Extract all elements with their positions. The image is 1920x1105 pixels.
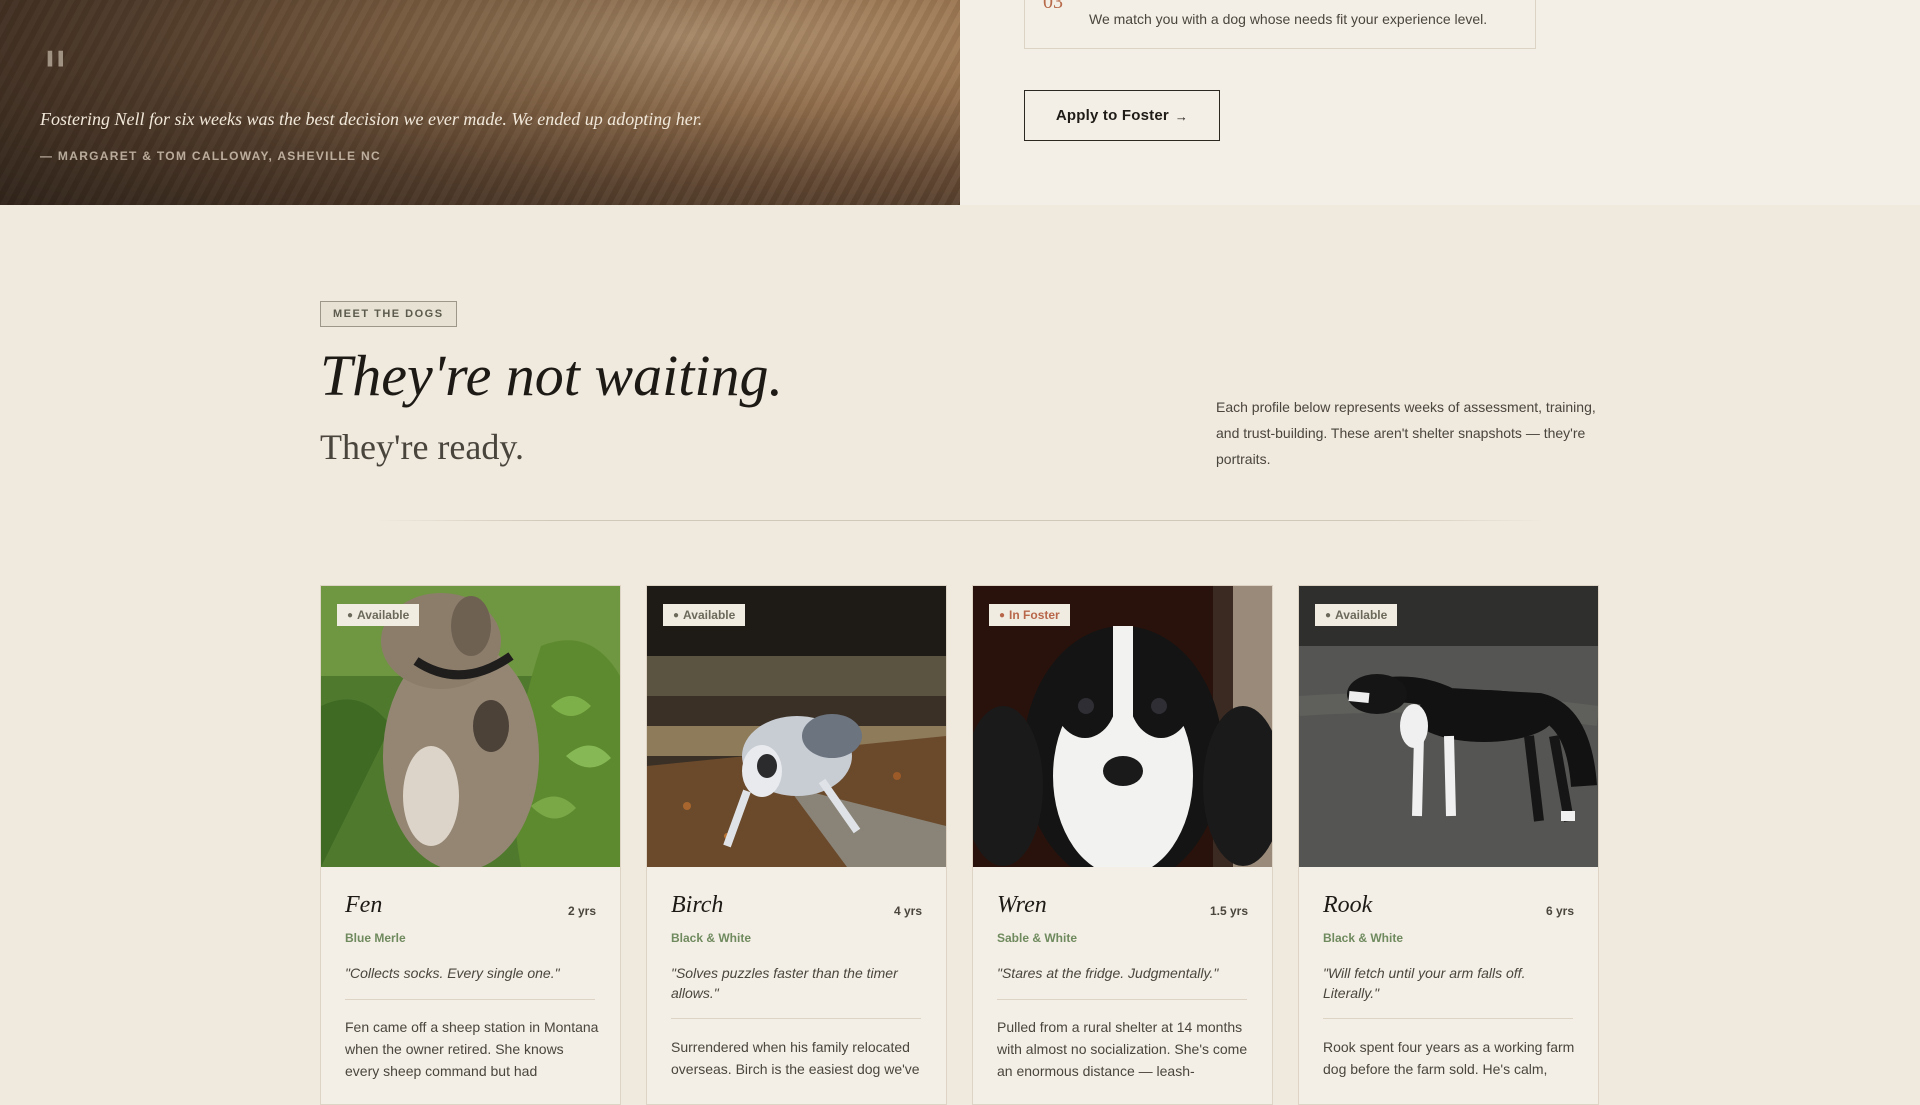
dog-card-wren[interactable]: ● In Foster Wren 1.5 yrs Sable & White "… [972,585,1273,1105]
testimonial-panel: " Fostering Nell for six weeks was the b… [0,0,960,205]
dog-name: Birch [671,892,724,918]
status-dot-icon: ● [999,609,1006,621]
card-rule [1323,1018,1573,1019]
dog-age: 4 yrs [893,904,922,918]
dog-card-birch[interactable]: ● Available Birch 4 yrs Black & White "S… [646,585,947,1105]
section-eyebrow: MEET THE DOGS [320,301,457,327]
arrow-right-icon: → [1174,109,1189,124]
status-badge: ● Available [337,604,420,626]
card-rule [345,999,595,1000]
apply-button-label: Apply to Foster [1055,107,1169,124]
dog-card-rook[interactable]: ● Available Rook 6 yrs Black & White "Wi… [1298,585,1599,1105]
dog-quote: "Solves puzzles faster than the timer al… [671,965,898,1001]
section-headline: They're not waiting. [320,343,783,408]
status-badge: ● Available [663,604,746,626]
dog-description: Pulled from a rural shelter at 14 months… [997,1019,1248,1079]
status-dot-icon: ● [347,609,354,621]
dog-photo-rook [1299,586,1598,867]
dog-description: Surrendered when his family relocated ov… [671,1039,920,1077]
dog-color: Blue Merle [345,931,406,945]
status-dot-icon: ● [673,609,680,621]
dog-description: Rook spent four years as a working farm … [1323,1039,1575,1077]
status-dot-icon: ● [1325,609,1332,621]
status-label: Available [1335,608,1388,622]
apply-to-foster-button[interactable]: Apply to Foster → [1024,90,1220,141]
match-step-text: We match you with a dog whose needs fit … [1089,11,1488,27]
section-subhead: They're ready. [320,427,525,467]
dog-description: Fen came off a sheep station in Montana … [345,1019,599,1079]
dog-card-grid: ● Available Fen 2 yrs Blue Merle "Collec… [320,585,1600,1105]
dog-name: Wren [997,892,1047,918]
testimonial-author: — MARGARET & TOM CALLOWAY, ASHEVILLE NC [40,149,381,163]
section-intro: Each profile below represents weeks of a… [1216,399,1596,467]
dog-color: Black & White [1323,931,1404,945]
dog-name: Fen [345,892,383,918]
dog-quote: "Stares at the fridge. Judgmentally." [997,965,1219,981]
status-label: In Foster [1009,608,1060,622]
status-badge: ● Available [1315,604,1398,626]
quote-mark-icon: " [42,39,69,107]
section-divider [376,520,1544,521]
dog-card-fen[interactable]: ● Available Fen 2 yrs Blue Merle "Collec… [320,585,621,1105]
dog-photo-fen [321,586,620,867]
top-band: " Fostering Nell for six weeks was the b… [0,0,1920,205]
status-label: Available [683,608,736,622]
status-badge: ● In Foster [989,604,1070,626]
dog-color: Black & White [671,931,752,945]
card-rule [997,999,1247,1000]
dog-quote: "Collects socks. Every single one." [345,965,560,981]
dog-age: 2 yrs [567,904,596,918]
dog-age: 6 yrs [1545,904,1574,918]
dog-name: Rook [1323,892,1373,918]
dog-color: Sable & White [997,931,1078,945]
status-label: Available [357,608,410,622]
dog-quote: "Will fetch until your arm falls off. Li… [1323,965,1526,1001]
dog-age: 1.5 yrs [1209,904,1248,918]
match-step-card: 03 We match you with a dog whose needs f… [1024,0,1536,49]
card-rule [671,1018,921,1019]
testimonial-text: Fostering Nell for six weeks was the bes… [40,109,703,129]
match-step-number: 03 [1043,0,1063,13]
dog-photo-birch [647,586,946,867]
dog-photo-wren [973,586,1272,867]
